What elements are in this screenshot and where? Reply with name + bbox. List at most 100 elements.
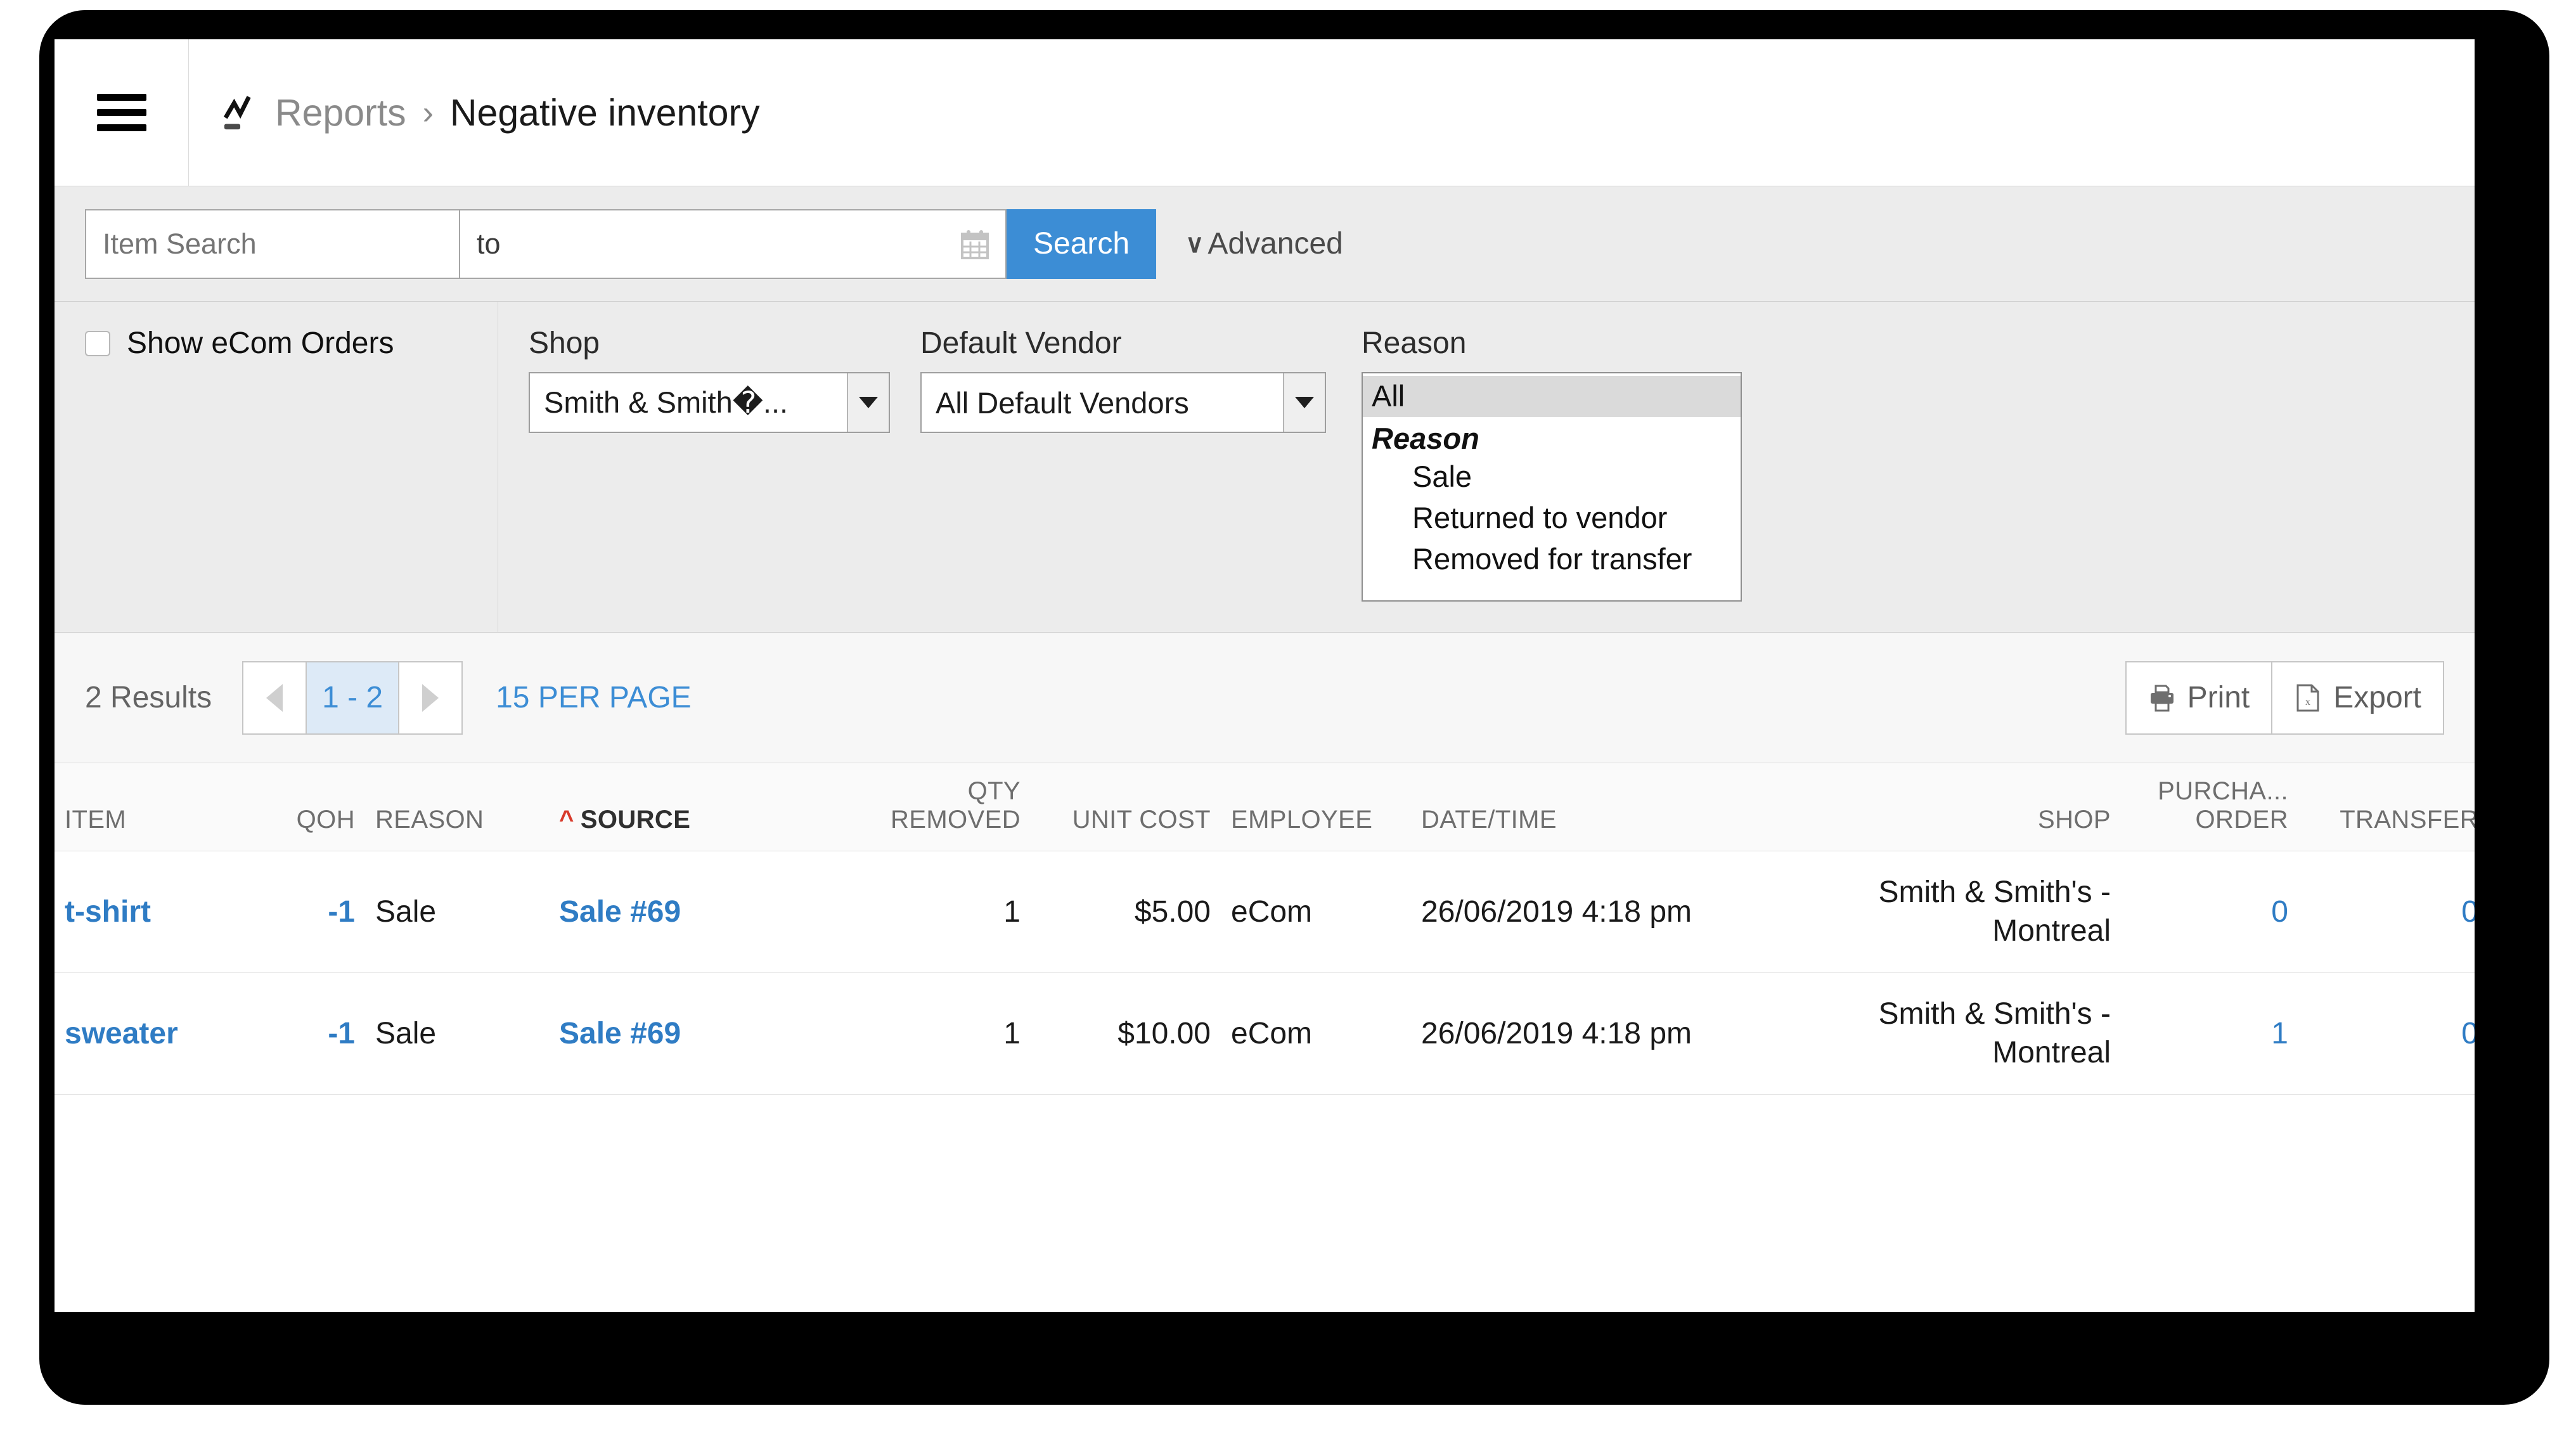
cell-value: Sale bbox=[375, 894, 437, 929]
table-header-label: QOH bbox=[296, 806, 355, 834]
show-ecom-orders-label: Show eCom Orders bbox=[127, 326, 394, 360]
table-header-shop[interactable]: SHOP bbox=[1855, 763, 2121, 851]
filter-column-ecom: Show eCom Orders bbox=[55, 302, 498, 632]
cell-value[interactable]: t-shirt bbox=[65, 895, 151, 929]
search-input[interactable] bbox=[86, 210, 459, 278]
reason-option-0[interactable]: All bbox=[1363, 376, 1741, 417]
chevron-left-icon[interactable] bbox=[243, 662, 306, 733]
line-chart-icon bbox=[223, 95, 251, 129]
table-header-transfer[interactable]: TRANSFER bbox=[2298, 763, 2475, 851]
table-header-label: DATE/TIME bbox=[1421, 806, 1557, 834]
advanced-label: Advanced bbox=[1208, 227, 1343, 261]
shop-select[interactable]: Smith & Smith�... bbox=[529, 372, 890, 433]
breadcrumb-parent-reports[interactable]: Reports bbox=[275, 91, 406, 134]
cell-purchase-order[interactable]: 0 bbox=[2121, 851, 2298, 973]
filter-column-shop: Shop Smith & Smith�... bbox=[498, 302, 890, 632]
advanced-toggle[interactable]: ∨ Advanced bbox=[1185, 226, 1343, 261]
cell-value[interactable]: 0 bbox=[2461, 1017, 2475, 1050]
cell-unit-cost: $10.00 bbox=[1031, 972, 1221, 1095]
cell-qty-removed: 1 bbox=[821, 972, 1031, 1095]
filter-column-vendor: Default Vendor All Default Vendors bbox=[890, 302, 1326, 632]
cell-datetime: 26/06/2019 4:18 pm bbox=[1411, 851, 1855, 973]
item-search-field[interactable] bbox=[85, 209, 460, 279]
cell-value[interactable]: -1 bbox=[328, 1017, 355, 1050]
chevron-right-icon[interactable] bbox=[399, 662, 461, 733]
filter-column-reason: Reason All Reason Sale Returned to vendor Re… bbox=[1326, 302, 1742, 632]
date-range-input[interactable] bbox=[460, 210, 961, 278]
table-header-qoh[interactable]: QOH bbox=[245, 763, 365, 851]
cell-value[interactable]: Sale #69 bbox=[559, 1017, 681, 1050]
table-header-date-time[interactable]: DATE/TIME bbox=[1411, 763, 1855, 851]
table-header-qty-removed[interactable]: QTY REMOVED bbox=[821, 763, 1031, 851]
cell-value[interactable]: 0 bbox=[2271, 895, 2288, 929]
cell-value: 1 bbox=[1003, 1016, 1021, 1050]
cell-value[interactable]: sweater bbox=[65, 1017, 178, 1050]
table-header-label: PURCHA... ORDER bbox=[2158, 777, 2288, 834]
cell-value[interactable]: Sale #69 bbox=[559, 895, 681, 929]
table-header-label: TRANSFER bbox=[2340, 806, 2475, 834]
shop-select-value: Smith & Smith�... bbox=[544, 385, 789, 419]
cell-item[interactable]: t-shirt bbox=[55, 851, 245, 973]
show-ecom-orders-checkbox[interactable] bbox=[85, 330, 110, 356]
calendar-icon[interactable] bbox=[961, 229, 989, 259]
table-header-source[interactable]: ^ SOURCE bbox=[549, 763, 821, 851]
chevron-down-icon[interactable] bbox=[1283, 373, 1325, 432]
table-body: t-shirt -1 Sale Sale #69 1 $5.00 eCom 26/06/201… bbox=[55, 851, 2475, 1095]
per-page-link[interactable]: 15 PER PAGE bbox=[496, 680, 692, 715]
reason-option-group: Reason bbox=[1372, 421, 1479, 455]
cell-item[interactable]: sweater bbox=[55, 972, 245, 1095]
table-header-purcha-order[interactable]: PURCHA... ORDER bbox=[2121, 763, 2298, 851]
default-vendor-select[interactable]: All Default Vendors bbox=[920, 372, 1326, 433]
cell-value: 26/06/2019 4:18 pm bbox=[1421, 1016, 1692, 1050]
chevron-down-icon[interactable] bbox=[847, 373, 889, 432]
date-range-field[interactable] bbox=[460, 209, 1007, 279]
pagination: 1 - 2 bbox=[242, 661, 463, 735]
reason-listbox[interactable]: All Reason Sale Returned to vendor Removed f… bbox=[1362, 372, 1742, 602]
cell-datetime: 26/06/2019 4:18 pm bbox=[1411, 972, 1855, 1095]
cell-qoh[interactable]: -1 bbox=[245, 972, 365, 1095]
default-vendor-label: Default Vendor bbox=[920, 326, 1122, 360]
cell-purchase-order[interactable]: 1 bbox=[2121, 972, 2298, 1095]
reason-option-3[interactable]: Returned to vendor bbox=[1363, 498, 1741, 539]
cell-value: 26/06/2019 4:18 pm bbox=[1421, 894, 1692, 929]
print-label: Print bbox=[2187, 681, 2250, 714]
cell-value[interactable]: 1 bbox=[2271, 1017, 2288, 1050]
chevron-down-icon: ∨ bbox=[1185, 229, 1204, 258]
table-header-label: UNIT COST bbox=[1072, 806, 1211, 834]
show-ecom-orders-row[interactable]: Show eCom Orders bbox=[85, 326, 498, 361]
cell-value: Sale bbox=[375, 1016, 437, 1050]
pagination-current-page[interactable]: 1 - 2 bbox=[306, 662, 400, 733]
table-header-employee[interactable]: EMPLOYEE bbox=[1221, 763, 1411, 851]
cell-value: Smith & Smith's - Montreal bbox=[1878, 875, 2111, 948]
table-header-reason[interactable]: REASON bbox=[365, 763, 549, 851]
table-row: sweater -1 Sale Sale #69 1 $10.00 eCom 26/06/20… bbox=[55, 972, 2475, 1095]
export-button[interactable]: x Export bbox=[2271, 662, 2443, 733]
cell-qty-removed: 1 bbox=[821, 851, 1031, 973]
reason-option-4[interactable]: Removed for transfer bbox=[1363, 539, 1741, 580]
cell-source[interactable]: Sale #69 bbox=[549, 972, 821, 1095]
print-button[interactable]: Print bbox=[2127, 662, 2272, 733]
cell-value[interactable]: 0 bbox=[2461, 895, 2475, 929]
cell-value[interactable]: -1 bbox=[328, 895, 355, 929]
table-row: t-shirt -1 Sale Sale #69 1 $5.00 eCom 26/06/201… bbox=[55, 851, 2475, 973]
hamburger-menu-icon[interactable] bbox=[55, 39, 189, 186]
cell-transfer[interactable]: 0 bbox=[2298, 851, 2475, 973]
toolbar-actions: Print x Export bbox=[2125, 661, 2444, 735]
search-bar: Search ∨ Advanced bbox=[55, 186, 2475, 302]
cell-shop: Smith & Smith's - Montreal bbox=[1855, 972, 2121, 1095]
cell-source[interactable]: Sale #69 bbox=[549, 851, 821, 973]
table-header-item[interactable]: ITEM bbox=[55, 763, 245, 851]
default-vendor-select-value: All Default Vendors bbox=[936, 385, 1189, 420]
excel-file-icon: x bbox=[2296, 684, 2319, 711]
table-header-unit-cost[interactable]: UNIT COST bbox=[1031, 763, 1221, 851]
reason-option-2[interactable]: Sale bbox=[1363, 456, 1741, 498]
cell-qoh[interactable]: -1 bbox=[245, 851, 365, 973]
table-header-label: QTY REMOVED bbox=[890, 777, 1021, 834]
cell-employee: eCom bbox=[1221, 972, 1411, 1095]
search-button[interactable]: Search bbox=[1007, 209, 1157, 279]
page-title: Negative inventory bbox=[449, 91, 760, 134]
cell-transfer[interactable]: 0 bbox=[2298, 972, 2475, 1095]
cell-value: Smith & Smith's - Montreal bbox=[1878, 997, 2111, 1070]
cell-reason: Sale bbox=[365, 851, 549, 973]
filters-panel: Show eCom Orders Shop Smith & Smith�... … bbox=[55, 302, 2475, 633]
